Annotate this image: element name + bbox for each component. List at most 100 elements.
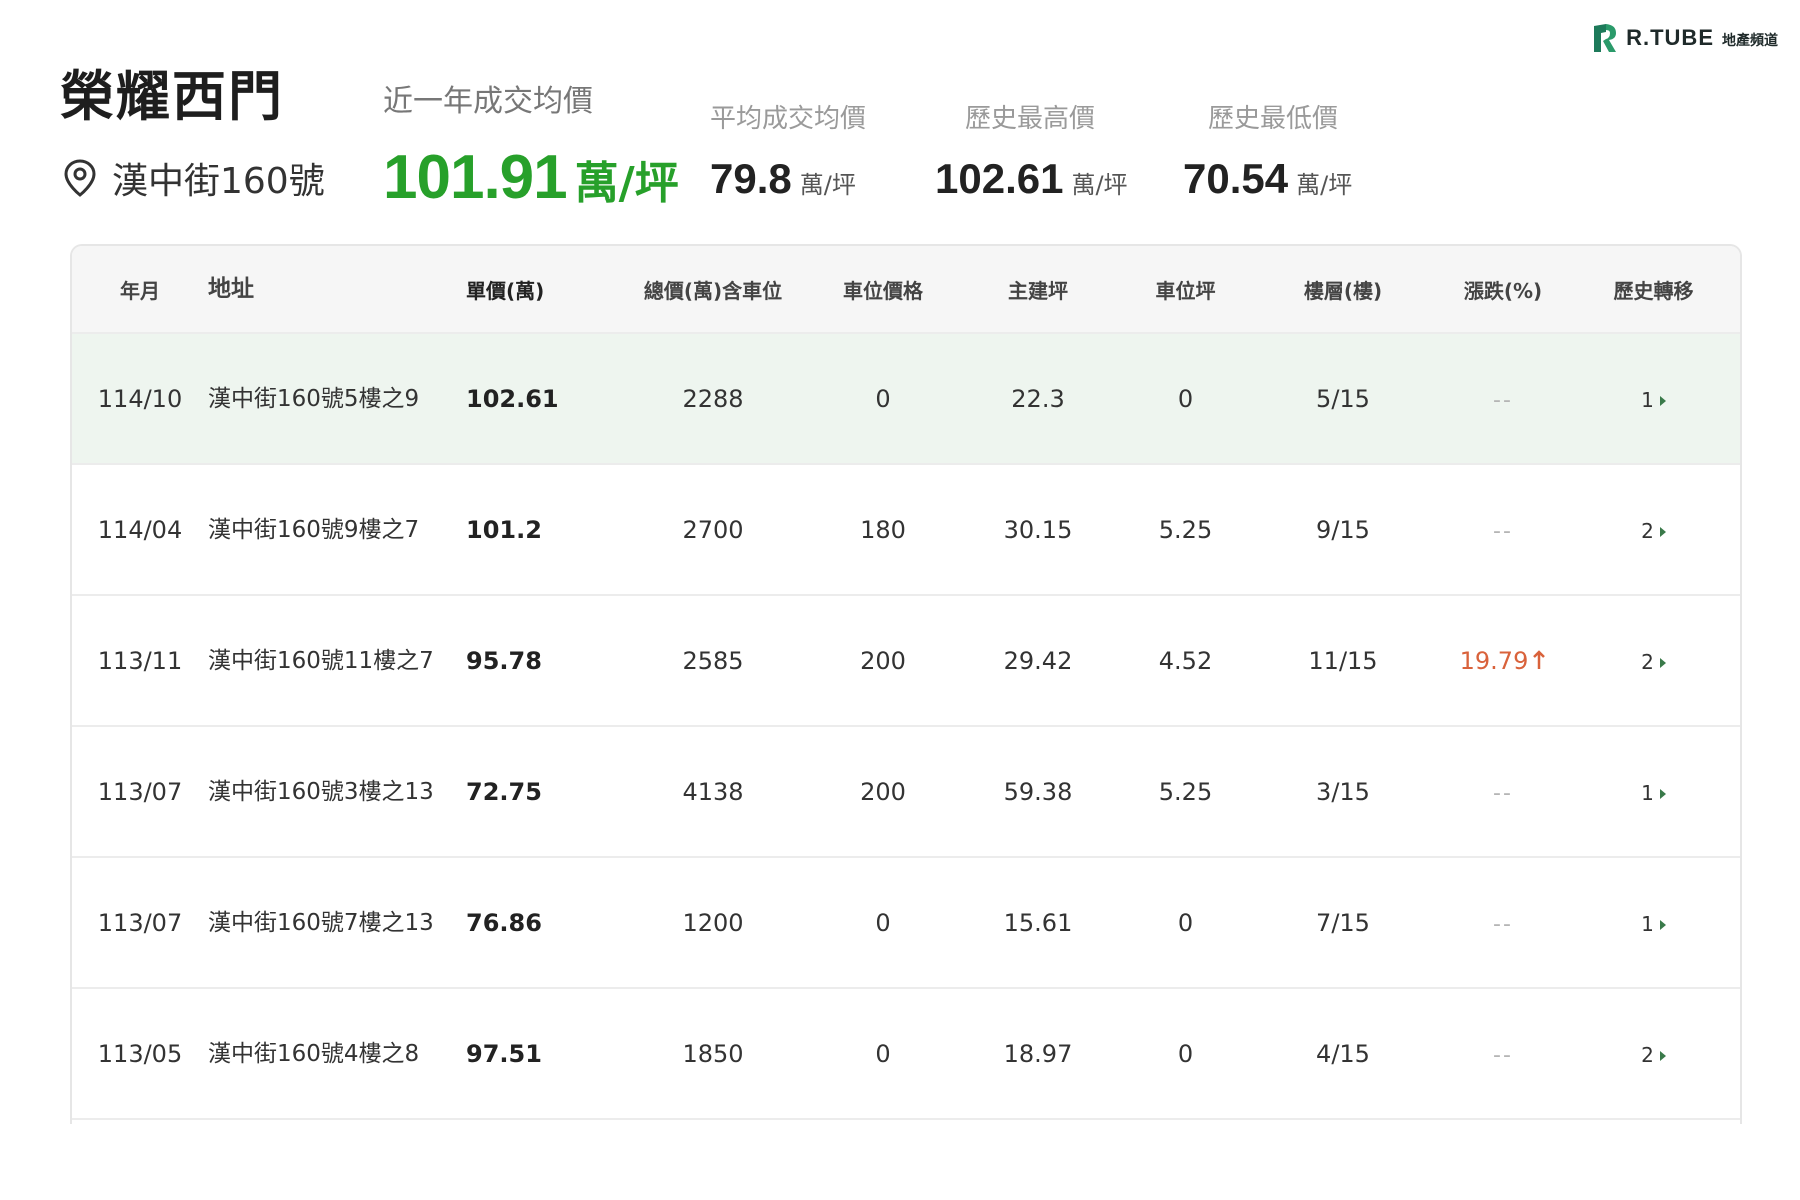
history-transfer-button[interactable]: 2 [1583, 516, 1724, 544]
cell-total: 2700 [682, 515, 744, 544]
header-parking-area: 車位坪 [1155, 278, 1216, 303]
cell-address: 漢中街160號7樓之13 [208, 909, 434, 936]
stat-label: 近一年成交均價 [383, 84, 593, 119]
cell-parking-area: 0 [1177, 384, 1194, 413]
cell-address: 漢中街160號9樓之7 [208, 516, 420, 543]
header-history: 歷史轉移 [1613, 278, 1694, 303]
history-transfer-button[interactable]: 2 [1583, 647, 1724, 675]
cell-floor: 7/15 [1316, 908, 1370, 937]
address-text: 漢中街160號 [112, 161, 325, 202]
stat-value: 70.54 [1183, 155, 1289, 202]
brand-name: R.TUBE [1626, 25, 1714, 50]
cell-change: -- [1423, 909, 1583, 937]
stat-value: 102.61 [935, 155, 1064, 202]
table-row[interactable]: 113/05 漢中街160號4樓之8 97.51 1850 0 18.97 0 4/15 -- 2 [72, 989, 1740, 1120]
stat-unit: 萬/坪 [1071, 171, 1128, 199]
transactions-table: 年月 地址 單價(萬) 總價(萬)含車位 車位價格 主建坪 車位坪 樓層(樓) … [70, 244, 1742, 1124]
cell-total: 4138 [682, 777, 744, 806]
cell-address: 漢中街160號11樓之7 [208, 647, 434, 674]
table-header: 年月 地址 單價(萬) 總價(萬)含車位 車位價格 主建坪 車位坪 樓層(樓) … [72, 246, 1740, 334]
cell-parking-price: 180 [860, 515, 906, 544]
table-row[interactable]: 113/07 漢中街160號3樓之13 72.75 4138 200 59.38 5.25 3… [72, 727, 1740, 858]
cell-date: 114/10 [97, 384, 183, 413]
cell-address: 漢中街160號3樓之13 [208, 778, 434, 805]
rtube-logo-icon [1594, 24, 1617, 52]
history-count: 1 [1641, 780, 1654, 805]
cell-date: 113/07 [97, 908, 183, 937]
cell-total: 2585 [682, 646, 744, 675]
cell-unit-price: 102.61 [466, 384, 559, 413]
cell-parking-area: 0 [1177, 908, 1194, 937]
change-value: -- [1493, 518, 1513, 544]
history-transfer-button[interactable]: 2 [1583, 1040, 1724, 1068]
stat-unit: 萬/坪 [1296, 171, 1353, 199]
lowest-price: 歷史最低價 70.54 萬/坪 [1183, 98, 1352, 203]
change-value: -- [1493, 780, 1513, 806]
cell-parking-area: 5.25 [1158, 515, 1213, 544]
cell-change: -- [1423, 1040, 1583, 1068]
history-count: 2 [1641, 649, 1654, 674]
stat-value: 79.8 [710, 155, 792, 202]
cell-total: 1850 [682, 1039, 744, 1068]
cell-date: 113/11 [97, 646, 183, 675]
cell-main-area: 59.38 [1003, 777, 1073, 806]
table-row[interactable]: 114/04 漢中街160號9樓之7 101.2 2700 180 30.15 5.25 9/… [72, 465, 1740, 596]
header-parking-price: 車位價格 [843, 278, 923, 303]
building-address: 漢中街160號 [62, 152, 325, 204]
cell-address: 漢中街160號5樓之9 [208, 385, 420, 412]
cell-total: 1200 [682, 908, 744, 937]
table-row[interactable]: 113/07 漢中街160號7樓之13 76.86 1200 0 15.61 0 7/15 --… [72, 858, 1740, 989]
caret-right-icon [1659, 657, 1666, 668]
change-value: -- [1493, 387, 1513, 413]
history-transfer-button[interactable]: 1 [1583, 909, 1724, 937]
arrow-up-icon [1533, 649, 1546, 669]
cell-parking-price: 0 [875, 384, 891, 413]
building-name: 榮耀西門 [60, 65, 284, 128]
recent-year-average-price: 近一年成交均價 101.91 萬/坪 [383, 76, 679, 213]
table-row[interactable]: 114/10 漢中街160號5樓之9 102.61 2288 0 22.3 0 5/15 -- 1 [72, 334, 1740, 465]
history-count: 1 [1641, 387, 1654, 412]
cell-change: -- [1423, 385, 1583, 413]
cell-date: 113/07 [97, 777, 183, 806]
cell-change: 19.79 [1423, 647, 1583, 675]
history-count: 2 [1641, 518, 1654, 543]
cell-unit-price: 101.2 [466, 515, 542, 544]
cell-date: 114/04 [97, 515, 183, 544]
location-pin-icon [64, 159, 96, 197]
cell-unit-price: 76.86 [466, 908, 542, 937]
change-value: -- [1493, 911, 1513, 937]
history-transfer-button[interactable]: 1 [1583, 385, 1724, 413]
cell-main-area: 18.97 [1003, 1039, 1073, 1068]
table-row[interactable]: 113/11 漢中街160號11樓之7 95.78 2585 200 29.42 4.52 1… [72, 596, 1740, 727]
brand-logo: R.TUBE 地產頻道 [1592, 22, 1778, 54]
stat-value: 101.91 [383, 143, 568, 212]
cell-parking-price: 200 [860, 777, 906, 806]
cell-parking-price: 0 [875, 1039, 891, 1068]
cell-floor: 3/15 [1316, 777, 1370, 806]
history-transfer-button[interactable]: 1 [1583, 778, 1724, 806]
cell-parking-price: 0 [875, 908, 891, 937]
stat-label: 平均成交均價 [710, 104, 867, 134]
cell-date: 113/05 [97, 1039, 183, 1068]
cell-unit-price: 72.75 [466, 777, 542, 806]
cell-main-area: 30.15 [1003, 515, 1073, 544]
cell-parking-area: 4.52 [1158, 646, 1213, 675]
cell-address: 漢中街160號4樓之8 [208, 1040, 420, 1067]
header-floor: 樓層(樓) [1303, 278, 1383, 303]
cell-change: -- [1423, 778, 1583, 806]
stat-label: 歷史最低價 [1208, 104, 1339, 134]
cell-parking-area: 5.25 [1158, 777, 1213, 806]
change-value: 19.79 [1459, 646, 1529, 675]
change-value: -- [1493, 1042, 1513, 1068]
stat-unit: 萬/坪 [574, 158, 679, 209]
highest-price: 歷史最高價 102.61 萬/坪 [935, 98, 1128, 203]
cell-main-area: 22.3 [1011, 384, 1065, 413]
cell-main-area: 15.61 [1003, 908, 1073, 937]
cell-floor: 9/15 [1316, 515, 1370, 544]
stat-unit: 萬/坪 [799, 171, 856, 199]
header-main-area: 主建坪 [1008, 278, 1068, 303]
history-count: 1 [1641, 911, 1654, 936]
cell-floor: 4/15 [1316, 1039, 1370, 1068]
caret-right-icon [1659, 526, 1666, 537]
brand-subtitle: 地產頻道 [1722, 33, 1778, 49]
